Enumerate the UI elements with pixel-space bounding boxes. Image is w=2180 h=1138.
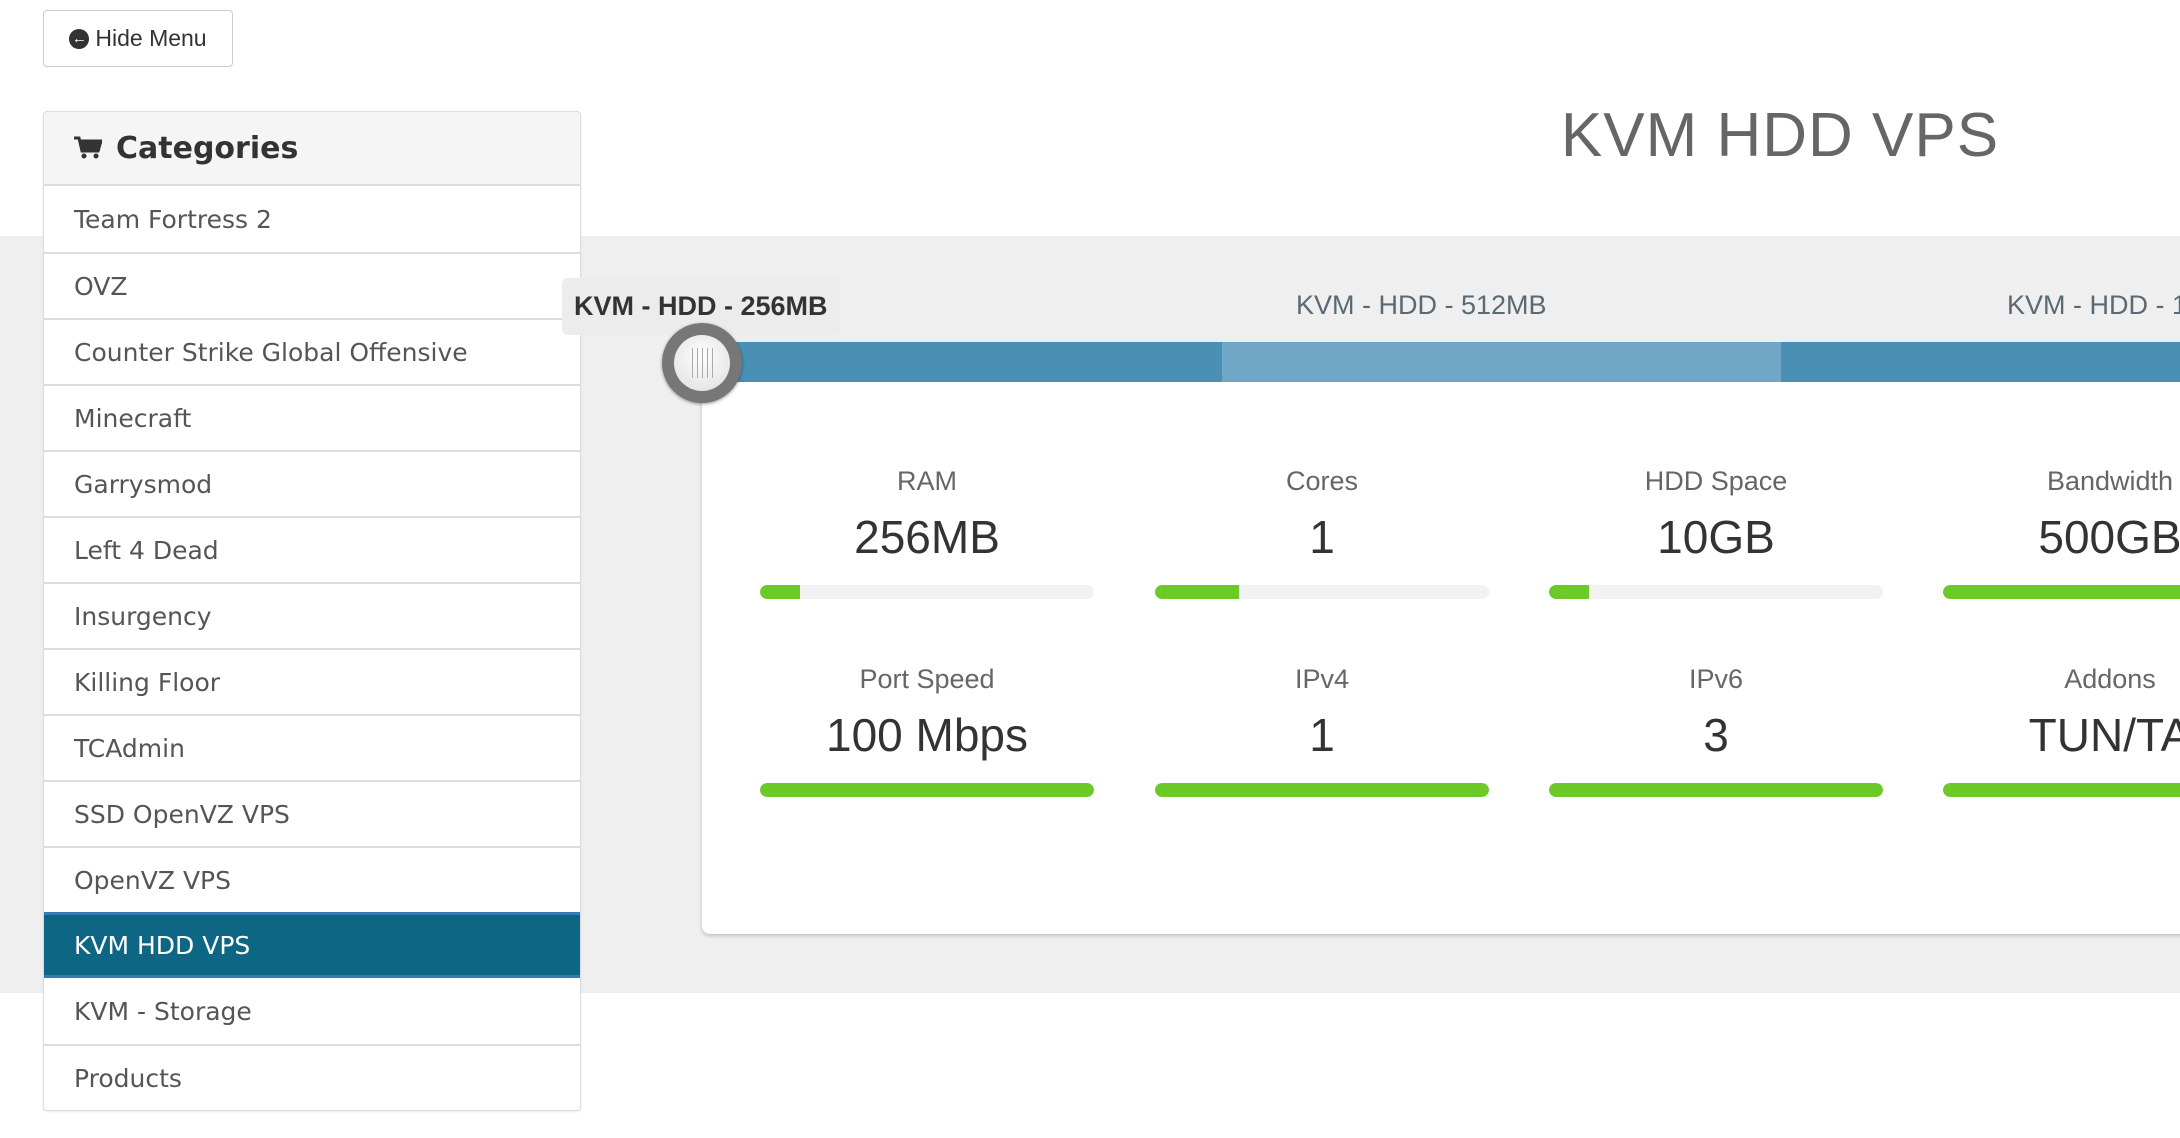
slider-handle[interactable] bbox=[662, 323, 742, 403]
sidebar-item[interactable]: Garrysmod bbox=[44, 450, 580, 516]
sidebar-item-label: Minecraft bbox=[74, 403, 192, 433]
slider-segment-2[interactable] bbox=[1781, 342, 2180, 382]
categories-sidebar: Categories Team Fortress 2 OVZ Counter Str… bbox=[43, 111, 581, 1111]
sidebar-item-label: Insurgency bbox=[74, 601, 212, 631]
product-specs-panel bbox=[702, 362, 2180, 934]
slider-segment-1[interactable] bbox=[1222, 342, 1781, 382]
sidebar-item-label: Products bbox=[74, 1063, 182, 1093]
spec-label: IPv4 bbox=[1294, 664, 1350, 694]
spec-value: 1 bbox=[1309, 709, 1335, 761]
arrow-circle-left-icon: ← bbox=[69, 28, 90, 49]
slider-tick-label[interactable]: KVM - HDD - 1 bbox=[2007, 290, 2180, 321]
spec-label: HDD Space bbox=[1644, 466, 1788, 496]
spec-card: HDD Space 10GB bbox=[1549, 463, 1883, 599]
spec-progress-fill bbox=[760, 585, 801, 599]
spec-progress-bar bbox=[760, 585, 1094, 599]
spec-progress-bar bbox=[1155, 783, 1489, 797]
sidebar-item[interactable]: Products bbox=[44, 1044, 580, 1110]
sidebar-item-label: KVM - Storage bbox=[74, 996, 252, 1026]
sidebar-item-label: TCAdmin bbox=[74, 733, 185, 763]
slider-segment-0[interactable] bbox=[702, 342, 1222, 382]
spec-label: Port Speed bbox=[859, 664, 995, 694]
spec-label: Addons bbox=[2064, 664, 2156, 694]
sidebar-item[interactable]: OVZ bbox=[44, 252, 580, 318]
sidebar-item[interactable]: OpenVZ VPS bbox=[44, 846, 580, 912]
spec-value: 1 bbox=[1309, 511, 1335, 563]
spec-progress-fill bbox=[1549, 585, 1590, 599]
spec-progress-bar bbox=[1549, 783, 1883, 797]
spec-value: TUN/TA bbox=[2028, 709, 2180, 761]
grip-icon bbox=[674, 335, 730, 391]
spec-value: 256MB bbox=[854, 511, 1000, 563]
spec-label: Bandwidth bbox=[2046, 466, 2174, 496]
spec-progress-fill bbox=[1155, 783, 1489, 797]
spec-value: 3 bbox=[1703, 709, 1729, 761]
spec-progress-fill bbox=[1943, 585, 2180, 599]
sidebar-item-label: Left 4 Dead bbox=[74, 535, 219, 565]
spec-card: IPv6 3 bbox=[1549, 661, 1883, 797]
sidebar-item-label: KVM HDD VPS bbox=[74, 930, 251, 960]
spec-card: Port Speed 100 Mbps bbox=[760, 661, 1094, 797]
spec-label: Cores bbox=[1285, 466, 1359, 496]
spec-card: Bandwidth 500GB bbox=[1943, 463, 2180, 599]
sidebar-item[interactable]: Counter Strike Global Offensive bbox=[44, 318, 580, 384]
sidebar-item-label: Counter Strike Global Offensive bbox=[74, 337, 468, 367]
sidebar-item-label: Killing Floor bbox=[74, 667, 221, 697]
sidebar-item[interactable]: KVM HDD VPS bbox=[44, 912, 580, 978]
spec-label: RAM bbox=[897, 466, 957, 496]
spec-progress-fill bbox=[760, 783, 1094, 797]
hide-menu-label: Hide Menu bbox=[95, 25, 207, 51]
sidebar-item[interactable]: Team Fortress 2 bbox=[44, 186, 580, 252]
spec-progress-fill bbox=[1943, 783, 2180, 797]
spec-value: 100 Mbps bbox=[825, 709, 1028, 761]
spec-progress-bar bbox=[760, 783, 1094, 797]
slider-tick-label[interactable]: KVM - HDD - 512MB bbox=[1296, 290, 1547, 321]
sidebar-item[interactable]: Left 4 Dead bbox=[44, 516, 580, 582]
spec-label: IPv6 bbox=[1688, 664, 1744, 694]
page-title: KVM HDD VPS bbox=[1560, 101, 2000, 170]
spec-card: RAM 256MB bbox=[760, 463, 1094, 599]
spec-value: 500GB bbox=[2038, 511, 2180, 563]
sidebar-item-label: OpenVZ VPS bbox=[74, 865, 231, 895]
sidebar-item[interactable]: Killing Floor bbox=[44, 648, 580, 714]
spec-progress-bar bbox=[1943, 585, 2180, 599]
sidebar-item[interactable]: TCAdmin bbox=[44, 714, 580, 780]
sidebar-item[interactable]: Minecraft bbox=[44, 384, 580, 450]
sidebar-item[interactable]: SSD OpenVZ VPS bbox=[44, 780, 580, 846]
sidebar-item-label: SSD OpenVZ VPS bbox=[74, 799, 290, 829]
product-slider-track[interactable] bbox=[702, 342, 2180, 382]
spec-progress-bar bbox=[1943, 783, 2180, 797]
spec-card: IPv4 1 bbox=[1155, 661, 1489, 797]
sidebar-item[interactable]: Insurgency bbox=[44, 582, 580, 648]
spec-card: Addons TUN/TA bbox=[1943, 661, 2180, 797]
sidebar-item-label: Team Fortress 2 bbox=[74, 204, 272, 234]
spec-progress-fill bbox=[1155, 585, 1239, 599]
spec-card: Cores 1 bbox=[1155, 463, 1489, 599]
spec-progress-bar bbox=[1155, 585, 1489, 599]
categories-title: Categories bbox=[116, 130, 299, 166]
sidebar-item-label: OVZ bbox=[74, 271, 128, 301]
sidebar-item-label: Garrysmod bbox=[74, 469, 213, 499]
categories-header: Categories bbox=[44, 112, 580, 186]
spec-progress-fill bbox=[1549, 783, 1883, 797]
sidebar-item[interactable]: KVM - Storage bbox=[44, 978, 580, 1044]
spec-value: 10GB bbox=[1657, 511, 1775, 563]
spec-progress-bar bbox=[1549, 585, 1883, 599]
shopping-cart-icon bbox=[74, 136, 102, 160]
hide-menu-button[interactable]: ← Hide Menu bbox=[43, 10, 233, 67]
